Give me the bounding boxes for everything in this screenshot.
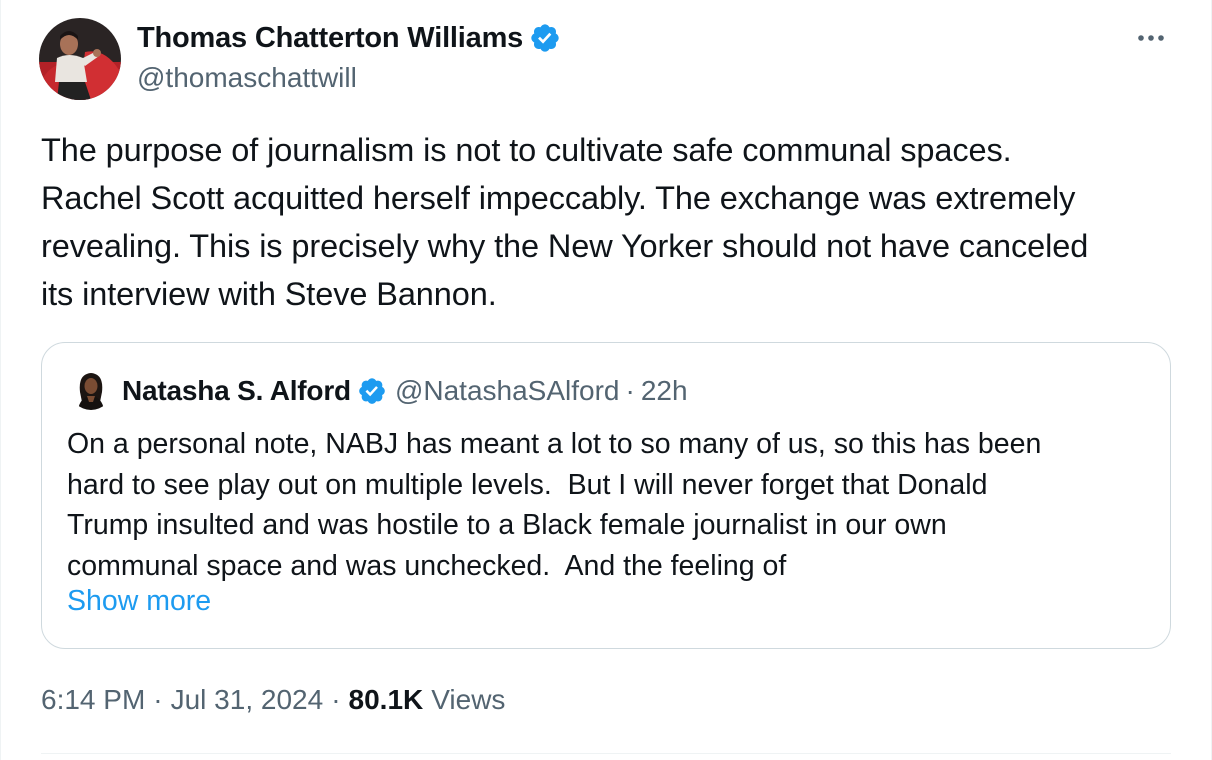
tweet-text-line: revealing. This is precisely why the New… <box>41 228 1089 264</box>
views-label: Views <box>431 684 506 715</box>
meta-separator: · <box>331 684 341 715</box>
more-options-button[interactable] <box>1131 22 1171 54</box>
author-avatar[interactable] <box>39 18 121 100</box>
tweet-text-line: Rachel Scott acquitted herself impeccabl… <box>41 180 1076 216</box>
divider <box>41 753 1171 754</box>
verified-badge-icon[interactable] <box>529 22 561 54</box>
views-count: 80.1K <box>348 684 424 715</box>
quoted-author-avatar-image <box>70 368 112 410</box>
quoted-tweet-time[interactable]: 22h <box>641 375 688 407</box>
author-name-row: Thomas Chatterton Williams <box>137 20 561 56</box>
tweet-text-line: its interview with Steve Bannon. <box>41 276 497 312</box>
author-name[interactable]: Thomas Chatterton Williams <box>137 22 523 55</box>
meta-separator: · <box>153 684 163 715</box>
quoted-text-line: hard to see play out on multiple levels.… <box>67 468 988 501</box>
tweet-date[interactable]: Jul 31, 2024 <box>171 684 324 716</box>
quoted-author-handle[interactable]: @NatashaSAlford <box>395 375 620 407</box>
tweet-text-line: The purpose of journalism is not to cult… <box>41 132 1012 168</box>
tweet-time[interactable]: 6:14 PM <box>41 684 145 716</box>
quoted-text-line: Trump insulted and was hostile to a Blac… <box>67 509 947 541</box>
verified-badge-icon <box>359 378 385 404</box>
quoted-text-line: On a personal note, NABJ has meant a lot… <box>67 428 1042 460</box>
author-avatar-image <box>39 18 121 100</box>
tweet-text: The purpose of journalism is not to cult… <box>41 126 1181 318</box>
quoted-author-avatar[interactable] <box>70 368 112 410</box>
quoted-tweet-header: Natasha S. Alford @NatashaSAlford · 22h <box>122 373 688 409</box>
quoted-tweet-text: On a personal note, NABJ has meant a lot… <box>67 424 1147 586</box>
tweet-metadata: 6:14 PM · Jul 31, 2024 · 80.1K Views <box>41 684 505 716</box>
quoted-author-name[interactable]: Natasha S. Alford <box>122 375 351 407</box>
show-more-link[interactable]: Show more <box>67 585 211 618</box>
author-handle[interactable]: @thomaschattwill <box>137 62 357 94</box>
quoted-text-line: communal space and was unchecked. And th… <box>67 549 787 582</box>
more-horizontal-icon <box>1138 35 1164 41</box>
quoted-tweet-card[interactable]: Natasha S. Alford @NatashaSAlford · 22h … <box>41 342 1171 649</box>
tweet-card: Thomas Chatterton Williams @thomaschattw… <box>0 0 1212 760</box>
quoted-header-separator: · <box>625 375 635 406</box>
